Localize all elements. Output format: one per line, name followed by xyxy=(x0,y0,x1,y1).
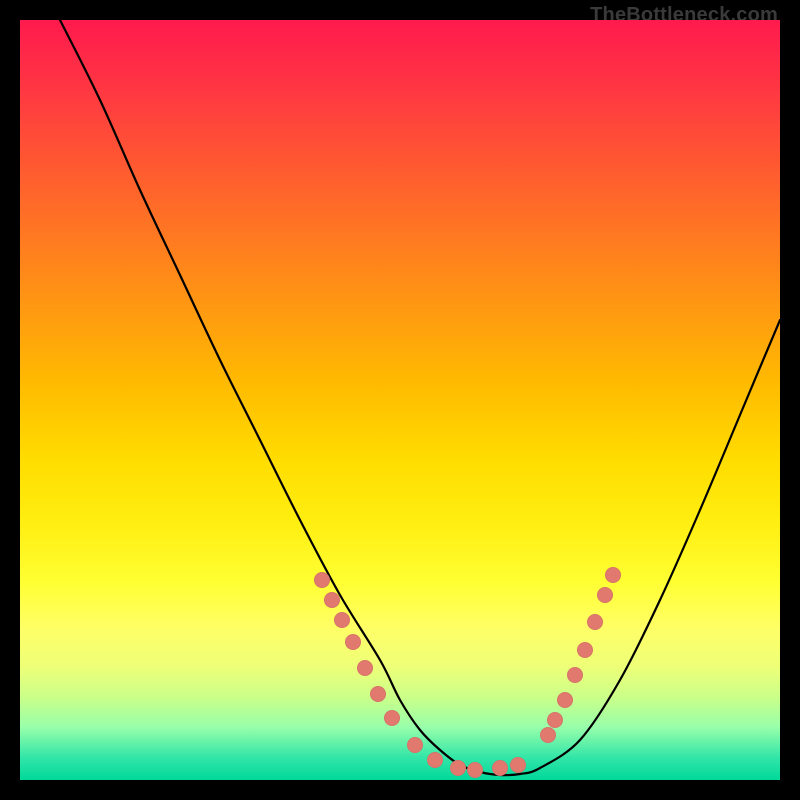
marker-dot xyxy=(557,692,573,708)
marker-dot xyxy=(547,712,563,728)
marker-dot xyxy=(345,634,361,650)
marker-dot xyxy=(370,686,386,702)
bottleneck-curve xyxy=(60,20,780,775)
marker-dot xyxy=(357,660,373,676)
marker-dot xyxy=(510,757,526,773)
plot-area xyxy=(20,20,780,780)
marker-dot xyxy=(567,667,583,683)
marker-dot xyxy=(605,567,621,583)
marker-dot xyxy=(384,710,400,726)
marker-dot xyxy=(334,612,350,628)
marker-dot xyxy=(407,737,423,753)
marker-dot xyxy=(587,614,603,630)
marker-dot xyxy=(467,762,483,778)
marker-dot xyxy=(324,592,340,608)
chart-frame: TheBottleneck.com xyxy=(0,0,800,800)
marker-dot xyxy=(597,587,613,603)
marker-dot xyxy=(314,572,330,588)
curve-svg xyxy=(20,20,780,780)
marker-dot xyxy=(450,760,466,776)
marker-dot xyxy=(427,752,443,768)
marker-dot xyxy=(492,760,508,776)
marker-dot xyxy=(577,642,593,658)
marker-dot xyxy=(540,727,556,743)
